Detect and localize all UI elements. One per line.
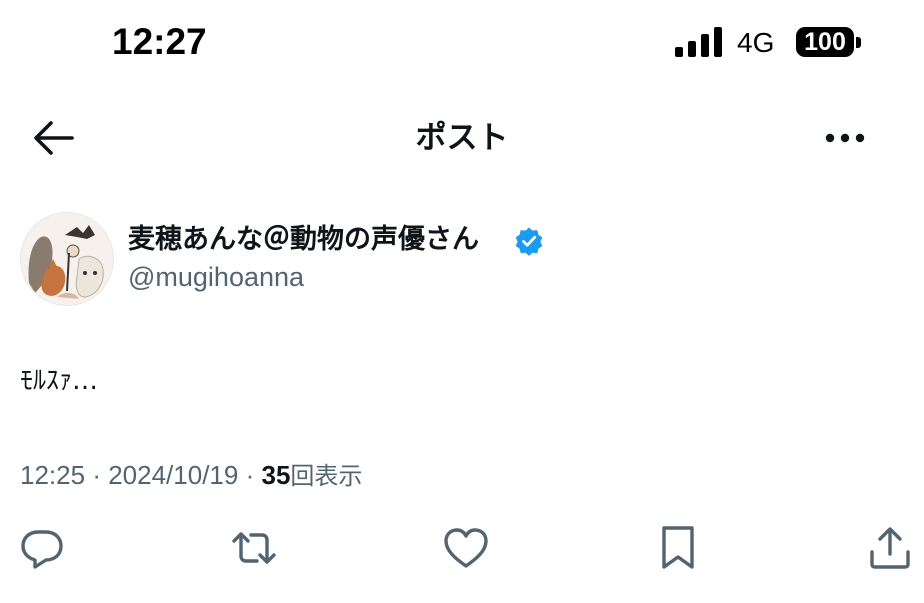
views-label[interactable]: 回表示 — [290, 462, 362, 490]
post-text: ﾓﾙｽｧ… — [20, 366, 99, 396]
repost-icon — [232, 532, 276, 564]
reply-button[interactable] — [18, 524, 66, 572]
like-icon — [444, 528, 488, 568]
author-display-name[interactable]: 麦穂あんな＠動物の声優さん — [128, 222, 479, 258]
views-count[interactable]: 35 — [262, 460, 291, 490]
bookmark-button[interactable] — [654, 524, 702, 572]
repost-button[interactable] — [230, 524, 278, 572]
page-title: ポスト — [415, 120, 509, 156]
more-button[interactable] — [818, 118, 872, 158]
post-time[interactable]: 12:25 — [20, 460, 85, 490]
battery-icon: 100 — [796, 27, 854, 57]
arrow-left-icon — [34, 121, 74, 155]
post-date[interactable]: 2024/10/19 — [108, 460, 238, 490]
network-type: 4G — [737, 27, 775, 58]
reply-icon — [21, 530, 63, 569]
status-time: 12:27 — [112, 21, 207, 62]
battery-tip — [856, 37, 861, 48]
verified-badge-icon — [515, 227, 543, 256]
more-horizontal-icon — [825, 133, 865, 143]
bookmark-icon — [662, 526, 694, 569]
share-button[interactable] — [866, 524, 914, 572]
cellular-signal-icon — [675, 27, 722, 57]
avatar-illustration — [21, 213, 113, 305]
share-icon — [870, 527, 910, 569]
meta-separator: · — [245, 460, 255, 490]
meta-separator: · — [92, 460, 101, 490]
battery-level: 100 — [804, 28, 846, 56]
like-button[interactable] — [442, 524, 490, 572]
avatar[interactable] — [20, 212, 114, 306]
back-button[interactable] — [28, 116, 78, 160]
post-meta: 12:25 · 2024/10/19 · 35回表示 — [20, 458, 362, 493]
author-handle[interactable]: @mugihoanna — [128, 260, 304, 294]
